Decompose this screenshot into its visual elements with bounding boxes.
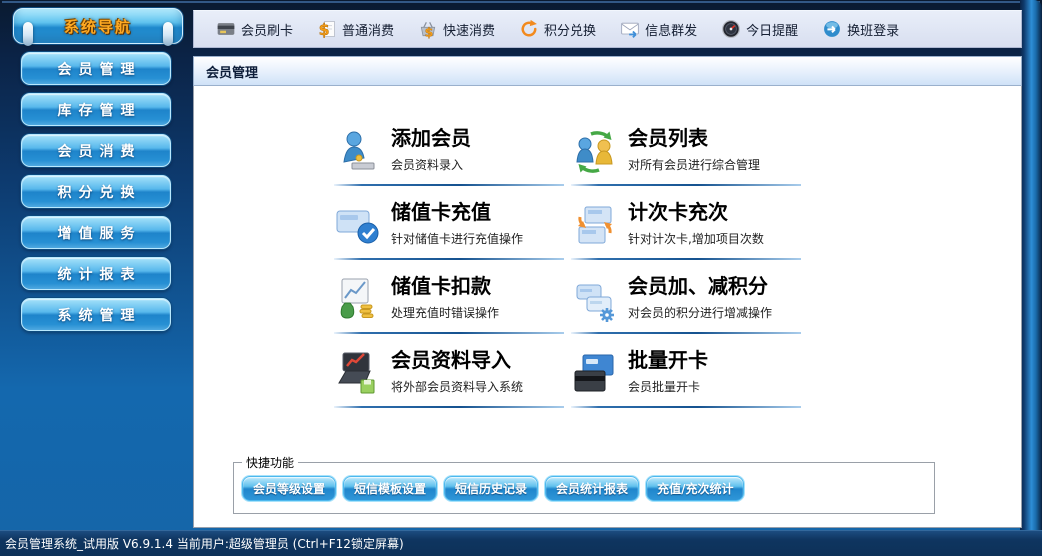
feature-item-batch-open-card[interactable]: 批量开卡会员批量开卡 xyxy=(571,345,801,419)
divider xyxy=(571,406,801,408)
feature-desc: 对会员的积分进行增减操作 xyxy=(628,304,772,321)
add-member-icon xyxy=(334,127,382,175)
feature-desc: 会员批量开卡 xyxy=(628,378,708,395)
divider xyxy=(571,258,801,260)
sidebar: 系统导航 会员管理 库存管理 会员消费 积分兑换 增值服务 统计报表 系统管理 xyxy=(8,8,186,331)
status-bar: 会员管理系统_试用版 V6.9.1.4 当前用户:超级管理员 (Ctrl+F12… xyxy=(0,530,1042,556)
divider xyxy=(334,332,564,334)
toolbar-item-label: 信息群发 xyxy=(645,20,697,39)
feature-desc: 将外部会员资料导入系统 xyxy=(391,378,523,395)
feature-title: 会员列表 xyxy=(628,126,760,151)
sidebar-item-system-mgmt[interactable]: 系统管理 xyxy=(21,298,171,331)
divider xyxy=(334,258,564,260)
member-list-icon xyxy=(571,127,619,175)
sidebar-header: 系统导航 xyxy=(13,8,183,44)
toolbar-item-label: 普通消费 xyxy=(342,20,394,39)
feature-title: 添加会员 xyxy=(391,126,471,151)
card-deduct-icon xyxy=(334,275,382,323)
toolbar-item-quick-consume[interactable]: $ 快速消费 xyxy=(406,11,507,47)
toolbar-item-member-swipe[interactable]: 会员刷卡 xyxy=(204,11,305,47)
times-card-icon xyxy=(571,201,619,249)
sidebar-item-value-services[interactable]: 增值服务 xyxy=(21,216,171,249)
toolbar-item-today-reminder[interactable]: 今日提醒 xyxy=(709,11,810,47)
feature-title: 储值卡扣款 xyxy=(391,274,499,299)
mail-broadcast-icon xyxy=(620,19,640,39)
sidebar-item-stats-reports[interactable]: 统计报表 xyxy=(21,257,171,290)
toolbar-item-message-broadcast[interactable]: 信息群发 xyxy=(608,11,709,47)
feature-title: 批量开卡 xyxy=(628,348,708,373)
feature-title: 会员资料导入 xyxy=(391,348,523,373)
feature-item-points-adjust[interactable]: 会员加、减积分对会员的积分进行增减操作 xyxy=(571,271,801,345)
feature-item-times-card-recharge[interactable]: 计次卡充次针对计次卡,增加项目次数 xyxy=(571,197,801,271)
quick-functions-legend: 快捷功能 xyxy=(242,454,298,471)
app-window: 系统导航 会员管理 库存管理 会员消费 积分兑换 增值服务 统计报表 系统管理 … xyxy=(0,0,1042,556)
toolbar-item-label: 会员刷卡 xyxy=(241,20,293,39)
quick-functions-group: 快捷功能 会员等级设置 短信模板设置 短信历史记录 会员统计报表 充值/充次统计 xyxy=(233,462,935,514)
feature-title: 储值卡充值 xyxy=(391,200,523,225)
quick-button-sms-history[interactable]: 短信历史记录 xyxy=(444,476,538,501)
quick-button-sms-template-settings[interactable]: 短信模板设置 xyxy=(343,476,437,501)
quick-buttons-row: 会员等级设置 短信模板设置 短信历史记录 会员统计报表 充值/充次统计 xyxy=(242,476,744,501)
sidebar-item-member-consume[interactable]: 会员消费 xyxy=(21,134,171,167)
divider xyxy=(571,184,801,186)
feature-item-data-import[interactable]: 会员资料导入将外部会员资料导入系统 xyxy=(334,345,564,419)
content-header: 会员管理 xyxy=(193,56,1022,86)
shift-login-icon xyxy=(822,19,842,39)
feature-desc: 对所有会员进行综合管理 xyxy=(628,156,760,173)
pin-icon xyxy=(163,22,173,46)
toolbar-item-label: 积分兑换 xyxy=(544,20,596,39)
status-text: 会员管理系统_试用版 V6.9.1.4 当前用户:超级管理员 (Ctrl+F12… xyxy=(5,535,404,552)
feature-title: 计次卡充次 xyxy=(628,200,764,225)
svg-text:$: $ xyxy=(319,20,330,39)
sidebar-item-points-exchange[interactable]: 积分兑换 xyxy=(21,175,171,208)
toolbar-item-points-exchange[interactable]: 积分兑换 xyxy=(507,11,608,47)
svg-text:$: $ xyxy=(425,25,434,40)
exchange-arrows-icon xyxy=(519,19,539,39)
toolbar-item-label: 今日提醒 xyxy=(746,20,798,39)
feature-item-card-recharge[interactable]: 储值卡充值针对储值卡进行充值操作 xyxy=(334,197,564,271)
feature-desc: 针对储值卡进行充值操作 xyxy=(391,230,523,247)
feature-grid: 添加会员会员资料录入 会员列表对所有会员进行综合管理 储值卡充值针对储值卡进行充… xyxy=(334,123,801,419)
feature-desc: 会员资料录入 xyxy=(391,156,471,173)
gauge-reminder-icon xyxy=(721,19,741,39)
points-adjust-icon xyxy=(571,275,619,323)
feature-item-member-list[interactable]: 会员列表对所有会员进行综合管理 xyxy=(571,123,801,197)
feature-item-card-deduct[interactable]: 储值卡扣款处理充值时错误操作 xyxy=(334,271,564,345)
quick-button-recharge-stats[interactable]: 充值/充次统计 xyxy=(646,476,744,501)
divider xyxy=(334,184,564,186)
sidebar-title: 系统导航 xyxy=(64,16,132,37)
divider xyxy=(334,406,564,408)
basket-dollar-icon: $ xyxy=(418,19,438,39)
card-swipe-icon xyxy=(216,19,236,39)
toolbar-item-label: 换班登录 xyxy=(847,20,899,39)
toolbar-item-label: 快速消费 xyxy=(443,20,495,39)
feature-desc: 针对计次卡,增加项目次数 xyxy=(628,230,764,247)
page-title: 会员管理 xyxy=(206,62,258,81)
feature-item-add-member[interactable]: 添加会员会员资料录入 xyxy=(334,123,564,197)
window-right-border xyxy=(1020,0,1042,532)
feature-title: 会员加、减积分 xyxy=(628,274,772,299)
data-import-icon xyxy=(334,349,382,397)
toolbar: 会员刷卡 $ 普通消费 $ 快速消费 积分兑换 信息群发 今日提醒 换班登录 xyxy=(193,10,1022,48)
card-recharge-icon xyxy=(334,201,382,249)
quick-button-member-stats-report[interactable]: 会员统计报表 xyxy=(545,476,639,501)
feature-desc: 处理充值时错误操作 xyxy=(391,304,499,321)
quick-button-member-level-settings[interactable]: 会员等级设置 xyxy=(242,476,336,501)
toolbar-item-normal-consume[interactable]: $ 普通消费 xyxy=(305,11,406,47)
pin-icon xyxy=(23,22,33,46)
content-panel: 添加会员会员资料录入 会员列表对所有会员进行综合管理 储值卡充值针对储值卡进行充… xyxy=(193,86,1022,528)
toolbar-item-shift-login[interactable]: 换班登录 xyxy=(810,11,911,47)
dollar-receipt-icon: $ xyxy=(317,19,337,39)
divider xyxy=(571,332,801,334)
sidebar-item-inventory-mgmt[interactable]: 库存管理 xyxy=(21,93,171,126)
sidebar-item-member-mgmt[interactable]: 会员管理 xyxy=(21,52,171,85)
batch-card-icon xyxy=(571,349,619,397)
